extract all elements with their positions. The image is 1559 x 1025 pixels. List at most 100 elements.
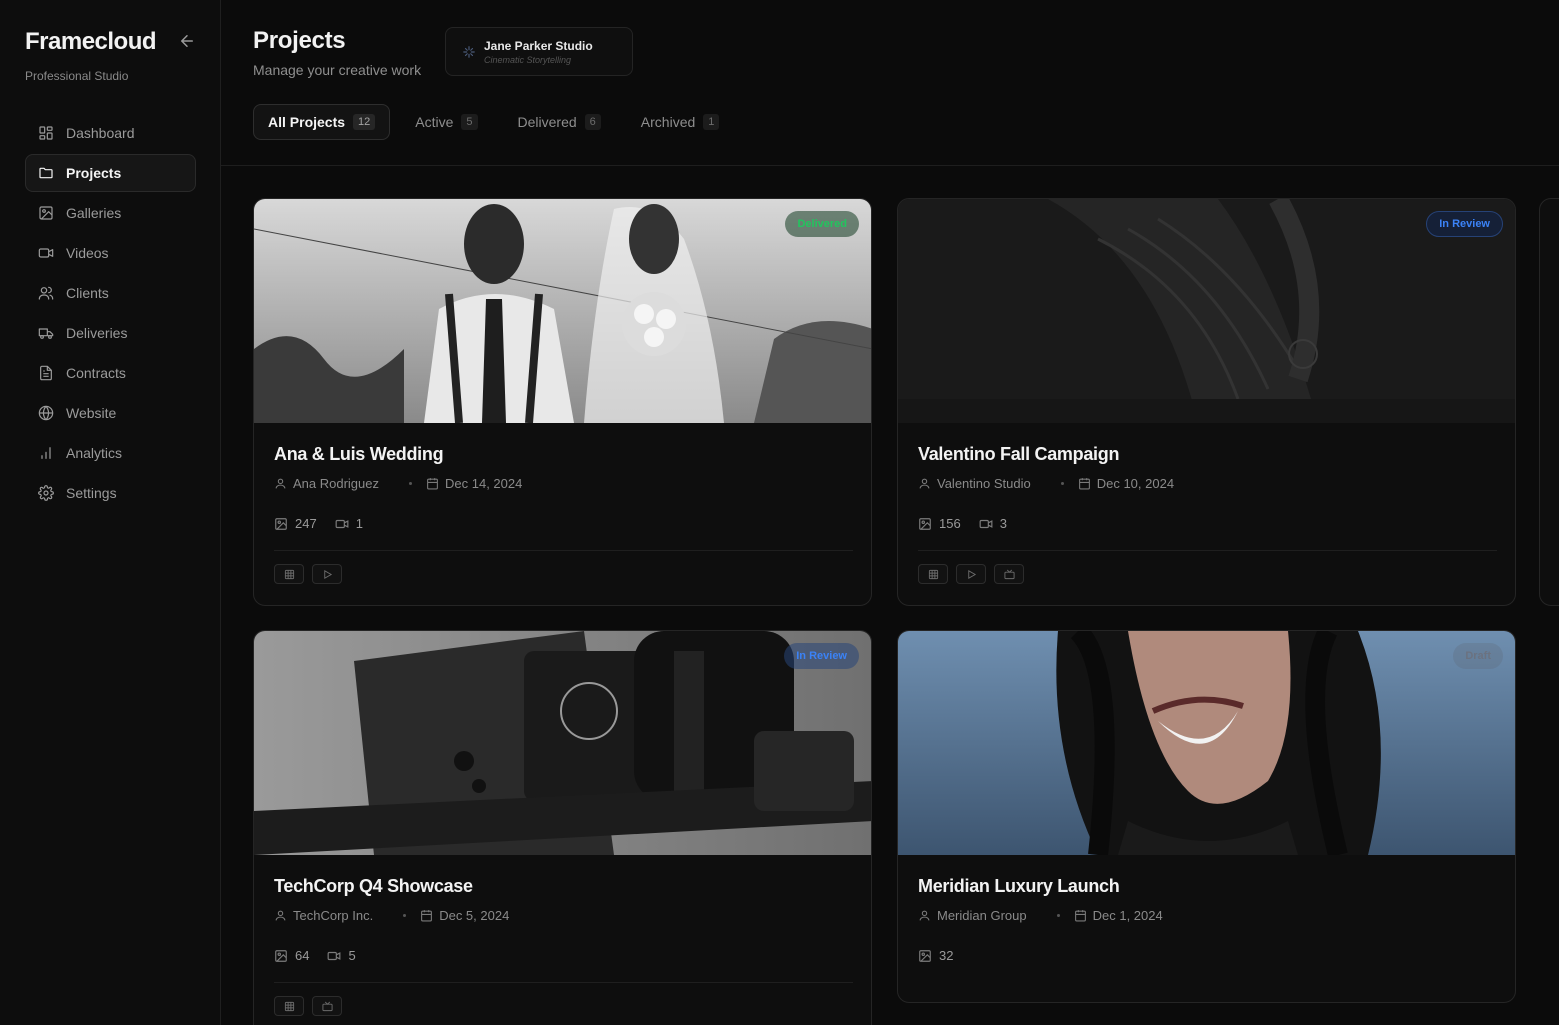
studio-name: Jane Parker Studio xyxy=(484,39,593,53)
collapse-sidebar-icon[interactable] xyxy=(178,32,196,50)
sidebar-item-dashboard[interactable]: Dashboard xyxy=(25,114,196,152)
tab-label: Active xyxy=(415,114,454,130)
status-badge: In Review xyxy=(1426,211,1503,237)
image-icon xyxy=(919,949,931,962)
grid-icon xyxy=(284,569,294,579)
project-date: Dec 10, 2024 xyxy=(1096,476,1175,491)
project-card-partial[interactable] xyxy=(1539,198,1559,606)
project-card[interactable]: In Review Valentino Fall Campaign Valent… xyxy=(897,198,1516,606)
tab-all-projects[interactable]: All Projects 12 xyxy=(253,104,391,140)
grid-icon xyxy=(284,1001,294,1011)
sidebar-item-label: Projects xyxy=(66,165,122,181)
status-badge: Delivered xyxy=(785,211,859,237)
folder-icon xyxy=(39,167,53,179)
sidebar-item-label: Dashboard xyxy=(66,125,135,141)
tab-count-badge: 1 xyxy=(703,114,720,130)
studio-switcher[interactable]: Jane Parker Studio Cinematic Storytellin… xyxy=(445,27,633,76)
card-actions xyxy=(918,564,1024,584)
sidebar-item-analytics[interactable]: Analytics xyxy=(25,434,196,472)
project-client: Valentino Studio xyxy=(937,476,1031,491)
dashboard-icon xyxy=(39,126,53,140)
project-title[interactable]: Valentino Fall Campaign xyxy=(918,444,1119,465)
calendar-icon xyxy=(1078,478,1090,490)
project-cover-image[interactable]: In Review xyxy=(254,631,871,855)
play-icon xyxy=(323,569,332,579)
project-cover-image[interactable]: In Review xyxy=(898,199,1515,423)
globe-icon xyxy=(38,405,54,421)
sidebar: Framecloud Professional Studio Dashboard… xyxy=(0,0,221,1025)
sidebar-item-label: Deliveries xyxy=(66,325,128,341)
tab-archived[interactable]: Archived 1 xyxy=(626,104,735,140)
sidebar-item-clients[interactable]: Clients xyxy=(25,274,196,312)
tab-count-badge: 12 xyxy=(353,114,376,130)
sidebar-item-deliveries[interactable]: Deliveries xyxy=(25,314,196,352)
sidebar-item-projects[interactable]: Projects xyxy=(25,154,196,192)
card-actions xyxy=(274,996,342,1016)
project-cover-image[interactable]: Delivered xyxy=(254,199,871,423)
user-icon xyxy=(919,910,930,921)
tv-icon xyxy=(1003,569,1015,579)
tab-active[interactable]: Active 5 xyxy=(400,104,492,140)
project-title[interactable]: Meridian Luxury Launch xyxy=(918,876,1120,897)
page-title: Projects xyxy=(253,27,346,54)
project-meta: Ana Rodriguez Dec 14, 2024 xyxy=(274,476,522,491)
gallery-button[interactable] xyxy=(274,996,304,1016)
video-count: 3 xyxy=(999,516,1007,531)
tab-label: All Projects xyxy=(268,114,346,130)
project-meta: Valentino Studio Dec 10, 2024 xyxy=(918,476,1174,491)
project-card[interactable]: Delivered Ana & Luis Wedding Ana Rodrigu… xyxy=(253,198,872,606)
app-subtitle: Professional Studio xyxy=(25,69,129,83)
image-icon xyxy=(275,949,287,962)
bar-chart-icon xyxy=(41,447,51,459)
play-video-button[interactable] xyxy=(956,564,986,584)
project-date: Dec 5, 2024 xyxy=(439,908,510,923)
truck-icon xyxy=(38,328,54,339)
user-icon xyxy=(275,478,286,489)
video-icon xyxy=(38,248,54,258)
project-stats: 64 5 xyxy=(274,948,356,963)
project-client: Meridian Group xyxy=(937,908,1027,923)
tv-icon xyxy=(321,1001,333,1011)
play-video-button[interactable] xyxy=(312,564,342,584)
tv-preview-button[interactable] xyxy=(994,564,1024,584)
sidebar-item-settings[interactable]: Settings xyxy=(25,474,196,512)
project-client: TechCorp Inc. xyxy=(293,908,374,923)
sidebar-item-galleries[interactable]: Galleries xyxy=(25,194,196,232)
tab-label: Delivered xyxy=(517,114,577,130)
sidebar-item-label: Videos xyxy=(66,245,109,261)
calendar-icon xyxy=(421,910,433,922)
project-title[interactable]: Ana & Luis Wedding xyxy=(274,444,444,465)
project-card[interactable]: In Review TechCorp Q4 Showcase TechCorp … xyxy=(253,630,872,1025)
gallery-button[interactable] xyxy=(274,564,304,584)
status-badge: Draft xyxy=(1453,643,1503,669)
gear-icon xyxy=(38,485,54,501)
page-subtitle: Manage your creative work xyxy=(253,62,422,78)
card-divider xyxy=(918,550,1497,551)
sidebar-item-videos[interactable]: Videos xyxy=(25,234,196,272)
user-icon xyxy=(919,478,930,489)
project-meta: TechCorp Inc. Dec 5, 2024 xyxy=(274,908,509,923)
project-date: Dec 14, 2024 xyxy=(445,476,523,491)
users-icon xyxy=(38,286,54,300)
video-icon xyxy=(328,951,341,960)
sidebar-item-website[interactable]: Website xyxy=(25,394,196,432)
project-title[interactable]: TechCorp Q4 Showcase xyxy=(274,876,473,897)
app-root: Framecloud Professional Studio Dashboard… xyxy=(0,0,1559,1025)
video-count: 1 xyxy=(355,516,363,531)
project-stats: 247 1 xyxy=(274,516,363,531)
project-stats: 32 xyxy=(918,948,953,963)
sidebar-item-contracts[interactable]: Contracts xyxy=(25,354,196,392)
meta-separator xyxy=(1060,482,1064,485)
image-icon xyxy=(39,206,53,220)
gallery-button[interactable] xyxy=(918,564,948,584)
card-actions xyxy=(274,564,342,584)
tv-preview-button[interactable] xyxy=(312,996,342,1016)
sparkle-icon xyxy=(463,46,475,58)
project-cover-image[interactable]: Draft xyxy=(898,631,1515,855)
sidebar-item-label: Website xyxy=(66,405,117,421)
tab-delivered[interactable]: Delivered 6 xyxy=(503,104,616,140)
photo-count: 247 xyxy=(295,516,317,531)
file-icon xyxy=(40,365,52,381)
page-header: Projects Manage your creative work Jane … xyxy=(221,0,1559,166)
project-card[interactable]: Draft Meridian Luxury Launch Meridian Gr… xyxy=(897,630,1516,1003)
